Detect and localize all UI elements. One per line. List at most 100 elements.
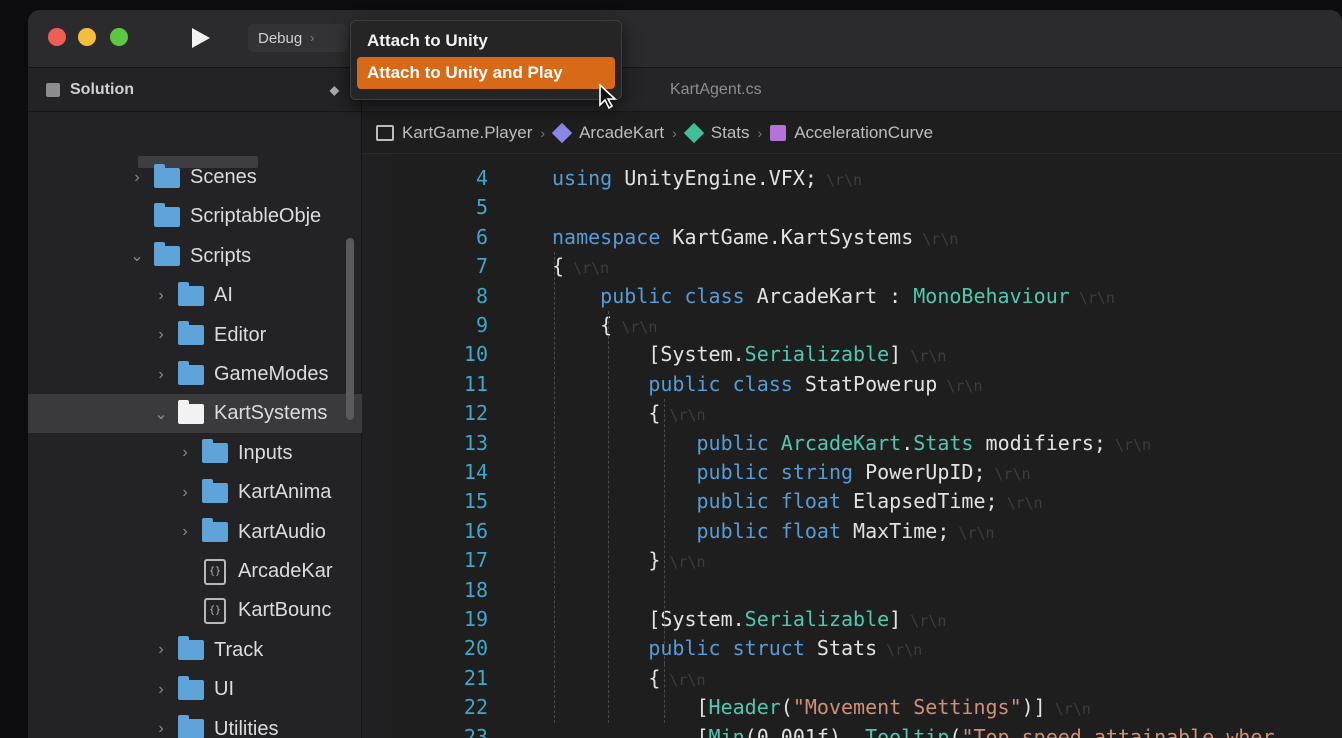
tree-item-label: GameModes <box>214 363 329 385</box>
code-line[interactable]: 11 public class StatPowerup \r\n <box>362 370 1342 399</box>
tree-item[interactable]: › UI <box>28 670 362 709</box>
menu-item-attach-to-unity-and-play[interactable]: Attach to Unity and Play <box>357 57 615 89</box>
tab-label: KartAgent.cs <box>670 81 762 98</box>
tree-item[interactable]: › KartAnima <box>28 473 362 512</box>
tree-item[interactable]: › AI <box>28 276 362 315</box>
close-window-button[interactable] <box>48 28 66 46</box>
code-line[interactable]: 21 { \r\n <box>362 664 1342 693</box>
line-number: 11 <box>463 371 488 396</box>
code-text: } \r\n <box>552 548 706 573</box>
line-ending-marker: \r\n <box>660 553 706 572</box>
folder-icon <box>154 242 180 267</box>
chevron-right-icon[interactable]: › <box>152 366 170 384</box>
chevron-right-icon[interactable]: › <box>152 326 170 344</box>
tree-item[interactable]: ⌄ KartSystems <box>28 394 362 434</box>
tree-item[interactable]: › Inputs <box>28 434 362 473</box>
code-line[interactable]: 14 public string PowerUpID; \r\n <box>362 458 1342 487</box>
tree-item[interactable]: › Editor <box>28 316 362 355</box>
folder-icon <box>202 478 228 503</box>
tab-kartagent[interactable]: KartAgent.cs <box>670 68 762 112</box>
tree-item[interactable]: › GameModes <box>28 355 362 394</box>
code-text: using UnityEngine.VFX; \r\n <box>552 166 863 190</box>
chevron-right-icon[interactable]: › <box>176 523 194 541</box>
line-number: 6 <box>475 224 488 249</box>
code-line[interactable]: 16 public float MaxTime; \r\n <box>362 517 1342 546</box>
line-ending-marker: \r\n <box>660 406 706 425</box>
breadcrumb-item-member[interactable]: AccelerationCurve <box>770 123 933 143</box>
tree-item[interactable]: › KartAudio <box>28 513 362 552</box>
tree-item[interactable]: › Utilities <box>28 710 362 738</box>
tree-item[interactable]: › Scenes <box>28 158 362 197</box>
chevron-right-icon[interactable]: › <box>176 444 194 462</box>
folder-icon <box>178 636 204 661</box>
tree-item[interactable]: › Track <box>28 631 362 670</box>
tree-item-label: AI <box>214 284 233 307</box>
breadcrumb-item-struct[interactable]: Stats › <box>683 122 770 143</box>
breadcrumb-item-class[interactable]: ArcadeKart › <box>551 122 685 143</box>
tree-item-label: KartBounc <box>238 599 332 622</box>
line-number: 10 <box>463 342 488 367</box>
code-line[interactable]: 19 [System.Serializable] \r\n <box>362 605 1342 634</box>
code-text: [System.Serializable] \r\n <box>552 342 947 367</box>
code-line[interactable]: 9 { \r\n <box>362 311 1342 340</box>
keyword-token: public <box>696 489 769 514</box>
indent-guide <box>664 663 665 723</box>
code-line[interactable]: 5 <box>362 193 1342 222</box>
code-text: public class ArcadeKart : MonoBehaviour … <box>600 283 1115 308</box>
run-button[interactable] <box>186 24 216 52</box>
menu-item-attach-to-unity[interactable]: Attach to Unity <box>357 25 615 57</box>
code-line[interactable]: 13 public ArcadeKart.Stats modifiers; \r… <box>362 429 1342 458</box>
configuration-select[interactable]: Debug › <box>248 24 348 52</box>
tree-item[interactable]: {} KartBounc <box>28 591 362 630</box>
chevron-right-icon[interactable]: › <box>128 169 146 187</box>
folder-icon <box>202 518 228 543</box>
code-line[interactable]: 12 { \r\n <box>362 399 1342 428</box>
line-number: 15 <box>463 489 488 514</box>
tree-item-label: Editor <box>214 323 267 346</box>
code-line[interactable]: 6 namespace KartGame.KartSystems \r\n <box>362 223 1342 252</box>
pin-icon[interactable]: ◆ <box>330 83 339 97</box>
code-line[interactable]: 8 public class ArcadeKart : MonoBehaviou… <box>362 282 1342 311</box>
line-number: 7 <box>475 254 488 279</box>
code-line[interactable]: 10 [System.Serializable] \r\n <box>362 340 1342 369</box>
class-icon <box>376 124 394 141</box>
keyword-token: namespace <box>552 224 661 249</box>
chevron-right-icon[interactable]: › <box>152 287 170 305</box>
code-line[interactable]: 20 public struct Stats \r\n <box>362 634 1342 663</box>
tree-item-label: UI <box>214 678 234 701</box>
minimize-window-button[interactable] <box>78 28 96 46</box>
line-ending-marker: \r\n <box>1045 700 1091 719</box>
solution-scrollbar[interactable] <box>346 238 354 420</box>
chevron-right-icon[interactable]: › <box>152 641 170 659</box>
chevron-down-icon[interactable]: ⌄ <box>128 246 146 266</box>
code-line[interactable]: 23 [Min(0.001f), Tooltip("Top speed atta… <box>362 723 1342 738</box>
line-number: 21 <box>463 665 488 690</box>
chevron-right-icon[interactable]: › <box>152 720 170 738</box>
chevron-right-icon[interactable]: › <box>176 484 194 502</box>
tree-item-label: Scenes <box>190 166 257 188</box>
line-number: 20 <box>463 636 488 661</box>
breadcrumb-item-namespace[interactable]: KartGame.Player › <box>376 123 553 143</box>
code-line[interactable]: 18 <box>362 576 1342 605</box>
chevron-down-icon[interactable]: ⌄ <box>152 404 170 424</box>
indent-guide <box>664 399 665 664</box>
line-ending-marker: \r\n <box>564 259 610 278</box>
code-line[interactable]: 15 public float ElapsedTime; \r\n <box>362 487 1342 516</box>
code-line[interactable]: 7 { \r\n <box>362 252 1342 281</box>
code-line[interactable]: 22 [Header("Movement Settings")] \r\n <box>362 693 1342 722</box>
line-number: 8 <box>475 283 488 308</box>
line-number: 23 <box>463 724 488 738</box>
type-token: MonoBehaviour <box>913 283 1070 308</box>
tree-item[interactable]: ScriptableObje <box>28 197 362 236</box>
tree-item[interactable]: {} ArcadeKar <box>28 552 362 591</box>
tree-item[interactable]: ⌄ Scripts <box>28 237 362 276</box>
chevron-right-icon[interactable]: › <box>152 681 170 699</box>
code-text: public ArcadeKart.Stats modifiers; \r\n <box>696 430 1152 455</box>
code-editor[interactable]: 4 using UnityEngine.VFX; \r\n 5 6 namespace … <box>362 154 1342 738</box>
code-text: { \r\n <box>552 254 610 279</box>
code-text: { \r\n <box>552 401 706 426</box>
line-ending-marker: \r\n <box>877 641 923 660</box>
code-line[interactable]: 17 } \r\n <box>362 546 1342 575</box>
maximize-window-button[interactable] <box>110 28 128 46</box>
code-line[interactable]: 4 using UnityEngine.VFX; \r\n <box>362 164 1342 193</box>
